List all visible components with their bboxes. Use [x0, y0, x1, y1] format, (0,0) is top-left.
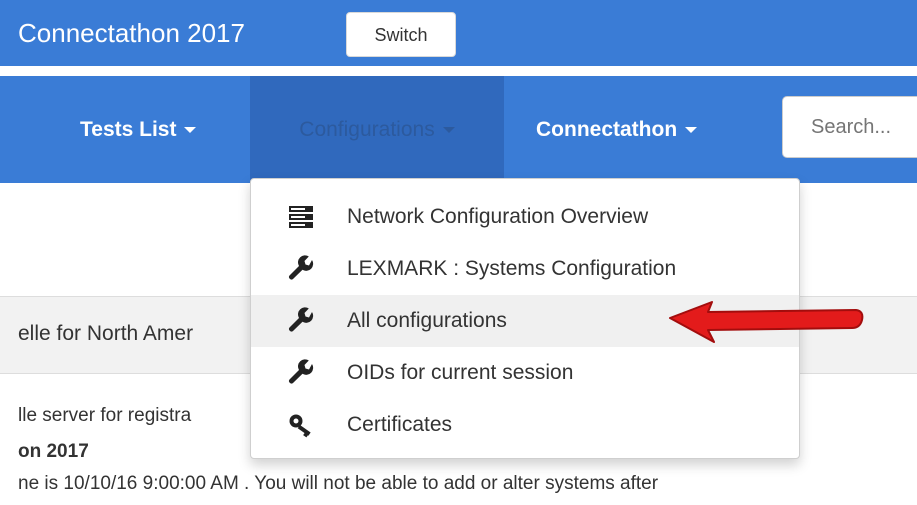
menu-item-label: All configurations [347, 309, 507, 332]
nav-connectathon[interactable]: Connectathon [536, 76, 698, 183]
chevron-down-icon [442, 127, 455, 134]
key-icon [289, 414, 311, 438]
menu-item-label: Certificates [347, 413, 453, 436]
menu-item-systems-configuration[interactable]: LEXMARK : Systems Configuration [251, 243, 799, 295]
switch-button[interactable]: Switch [346, 12, 456, 57]
menu-item-certificates[interactable]: Certificates [251, 399, 799, 451]
nav-configurations-label: Configurations [299, 118, 435, 141]
chevron-down-icon [184, 127, 197, 134]
nav-configurations[interactable]: Configurations [250, 76, 504, 183]
wrench-icon [289, 255, 314, 280]
red-arrow-annotation [669, 301, 864, 343]
info-text-bold: on 2017 [18, 441, 89, 462]
info-text-deadline: ne is 10/10/16 9:00:00 AM . You will not… [18, 473, 659, 494]
nav-tests-list[interactable]: Tests List [80, 76, 197, 183]
nav-connectathon-label: Connectathon [536, 118, 678, 141]
main-navbar: Tests List Configurations Connectathon [0, 76, 917, 183]
menu-item-oids-current-session[interactable]: OIDs for current session [251, 347, 799, 399]
server-icon [289, 206, 313, 228]
panel-title: elle for North Amer [18, 322, 194, 345]
nav-tests-list-label: Tests List [80, 118, 177, 141]
brand-title[interactable]: Connectathon 2017 [18, 16, 245, 50]
info-text-line: lle server for registra [18, 405, 192, 426]
menu-item-network-configuration-overview[interactable]: Network Configuration Overview [251, 191, 799, 243]
menu-item-label: LEXMARK : Systems Configuration [347, 257, 677, 280]
wrench-icon [289, 359, 314, 384]
page: Connectathon 2017 Switch Tests List Conf… [0, 0, 917, 505]
chevron-down-icon [685, 127, 698, 134]
top-brand-bar: Connectathon 2017 Switch [0, 0, 917, 66]
search-input[interactable] [782, 96, 917, 158]
wrench-icon [289, 307, 314, 332]
menu-item-label: OIDs for current session [347, 361, 574, 384]
menu-item-label: Network Configuration Overview [347, 205, 649, 228]
